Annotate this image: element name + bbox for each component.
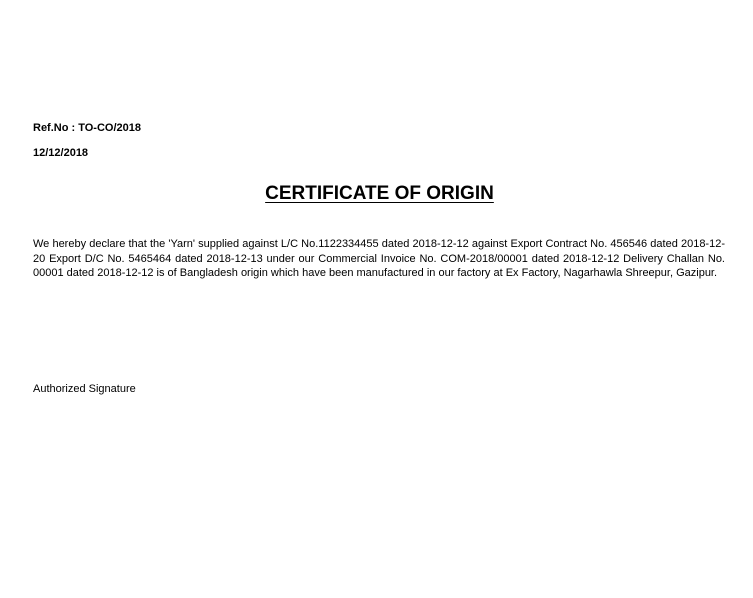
document-title-text: CERTIFICATE OF ORIGIN	[265, 183, 494, 204]
authorized-signature-label: Authorized Signature	[33, 383, 136, 395]
declaration-paragraph: We hereby declare that the 'Yarn' suppli…	[33, 238, 725, 279]
certificate-document: Ref.No : TO-CO/2018 12/12/2018 CERTIFICA…	[0, 0, 753, 598]
document-date: 12/12/2018	[33, 147, 89, 159]
reference-number: Ref.No : TO-CO/2018	[33, 122, 141, 134]
document-title: CERTIFICATE OF ORIGIN	[0, 182, 753, 206]
